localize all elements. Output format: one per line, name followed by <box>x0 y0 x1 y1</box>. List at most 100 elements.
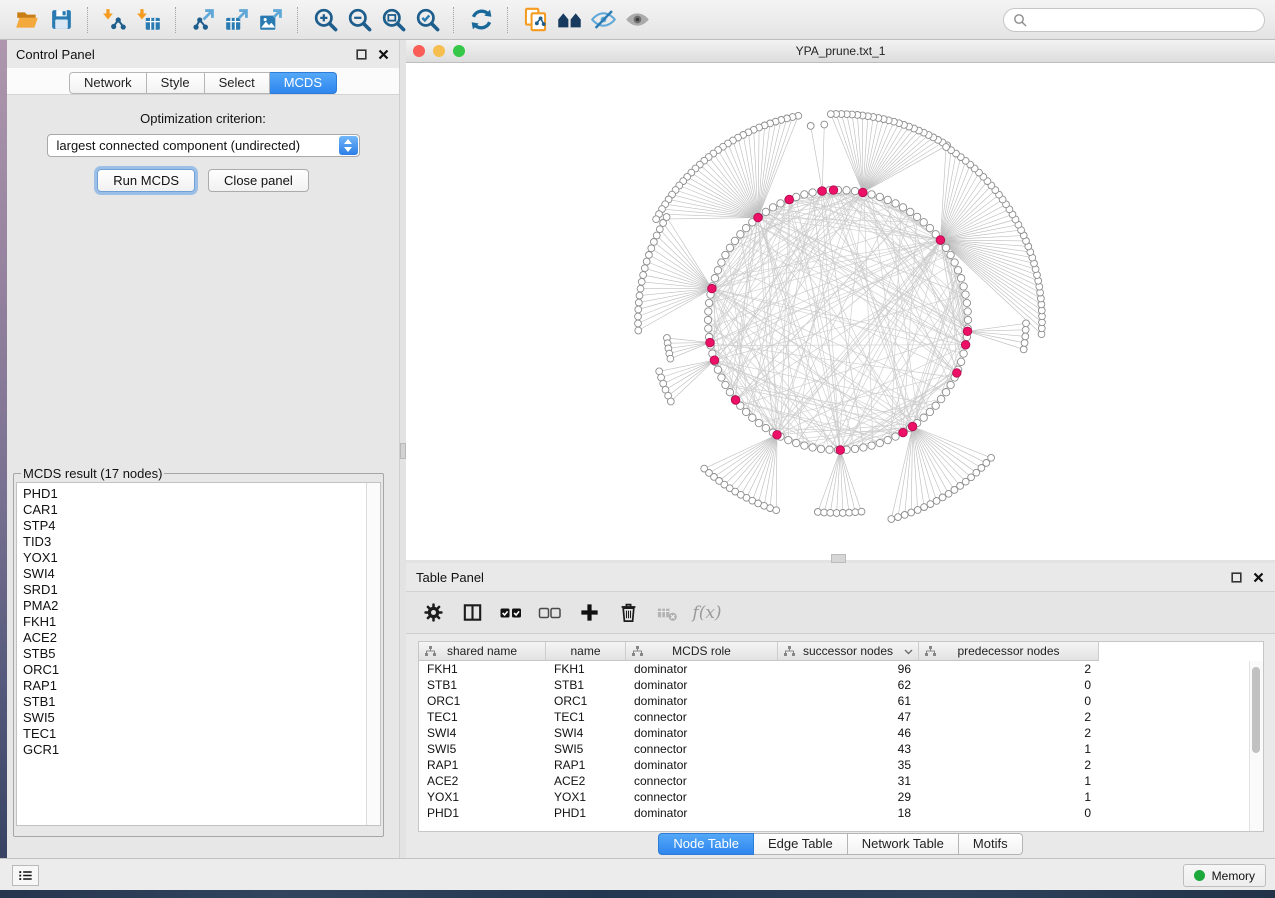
table-row[interactable]: TEC1TEC1connector472 <box>419 709 1250 725</box>
tab-motifs[interactable]: Motifs <box>959 833 1023 855</box>
column-header-predecessor-nodes[interactable]: predecessor nodes <box>919 642 1099 661</box>
import-table-icon <box>136 7 162 33</box>
close-panel-button[interactable] <box>377 48 390 61</box>
list-item[interactable]: GCR1 <box>23 742 380 758</box>
list-item[interactable]: PMA2 <box>23 598 380 614</box>
network-canvas[interactable] <box>406 63 1275 560</box>
table-cell: SWI4 <box>546 726 626 740</box>
table-cell: TEC1 <box>546 710 626 724</box>
tab-select[interactable]: Select <box>205 72 270 94</box>
table-row[interactable]: RAP1RAP1dominator352 <box>419 757 1250 773</box>
split-table-button[interactable] <box>459 600 485 626</box>
zoom-fit-button[interactable] <box>376 4 410 36</box>
float-panel-button[interactable] <box>355 48 368 61</box>
zoom-fit-icon <box>380 6 407 33</box>
export-network-button[interactable] <box>186 4 220 36</box>
select-all-columns-button[interactable] <box>498 600 524 626</box>
function-builder-button[interactable]: f(x) <box>693 600 719 626</box>
table-row[interactable]: ORC1ORC1dominator610 <box>419 693 1250 709</box>
close-panel-button[interactable] <box>1252 571 1265 584</box>
table-row[interactable]: YOX1YOX1connector291 <box>419 789 1250 805</box>
show-panels-button[interactable] <box>12 865 39 886</box>
list-item[interactable]: ORC1 <box>23 662 380 678</box>
network-graph[interactable] <box>406 63 1275 560</box>
gear-icon <box>422 601 445 624</box>
show-all-button[interactable] <box>620 4 654 36</box>
control-panel-titlebar: Control Panel <box>7 40 399 68</box>
zoom-in-button[interactable] <box>308 4 342 36</box>
list-item[interactable]: RAP1 <box>23 678 380 694</box>
list-item[interactable]: SWI5 <box>23 710 380 726</box>
import-table-button[interactable] <box>132 4 166 36</box>
control-panel-title: Control Panel <box>16 47 95 62</box>
list-item[interactable]: FKH1 <box>23 614 380 630</box>
first-neighbors-button[interactable] <box>552 4 586 36</box>
table-row[interactable]: FKH1FKH1dominator962 <box>419 661 1250 677</box>
search-input[interactable] <box>1033 12 1255 28</box>
save-session-button[interactable] <box>44 4 78 36</box>
add-column-button[interactable] <box>576 600 602 626</box>
criterion-select[interactable]: largest connected component (undirected) <box>47 134 360 157</box>
toolbar-separator <box>87 7 89 33</box>
delete-table-button[interactable] <box>654 600 680 626</box>
table-row[interactable]: STB1STB1dominator620 <box>419 677 1250 693</box>
list-item[interactable]: CAR1 <box>23 502 380 518</box>
tab-mcds[interactable]: MCDS <box>270 72 337 94</box>
export-table-button[interactable] <box>220 4 254 36</box>
refresh-button[interactable] <box>464 4 498 36</box>
list-item[interactable]: ACE2 <box>23 630 380 646</box>
tab-network-table[interactable]: Network Table <box>848 833 959 855</box>
run-mcds-button[interactable]: Run MCDS <box>97 169 195 192</box>
tab-node-table[interactable]: Node Table <box>658 833 754 855</box>
import-network-button[interactable] <box>98 4 132 36</box>
column-header-mcds-role[interactable]: MCDS role <box>626 642 778 661</box>
list-item[interactable]: TID3 <box>23 534 380 550</box>
splitter-handle[interactable] <box>831 554 846 563</box>
table-cell: 46 <box>778 726 919 740</box>
tab-edge-table[interactable]: Edge Table <box>754 833 848 855</box>
list-item[interactable]: SRD1 <box>23 582 380 598</box>
window-minimize-traffic-light[interactable] <box>433 45 445 57</box>
tab-style[interactable]: Style <box>147 72 205 94</box>
hide-selected-button[interactable] <box>586 4 620 36</box>
zoom-out-button[interactable] <box>342 4 376 36</box>
column-settings-button[interactable] <box>420 600 446 626</box>
list-item[interactable]: YOX1 <box>23 550 380 566</box>
unselect-all-columns-button[interactable] <box>537 600 563 626</box>
import-network-icon <box>102 7 128 33</box>
window-close-traffic-light[interactable] <box>413 45 425 57</box>
result-list-scrollbar[interactable] <box>366 483 380 825</box>
delete-columns-button[interactable] <box>615 600 641 626</box>
close-panel-button-mcds[interactable]: Close panel <box>208 169 309 192</box>
table-scrollbar[interactable] <box>1249 661 1263 831</box>
list-item[interactable]: PHD1 <box>23 486 380 502</box>
open-file-button[interactable] <box>10 4 44 36</box>
export-image-button[interactable] <box>254 4 288 36</box>
table-row[interactable]: SWI5SWI5connector431 <box>419 741 1250 757</box>
table-row[interactable]: PHD1PHD1dominator180 <box>419 805 1250 821</box>
memory-button[interactable]: Memory <box>1183 864 1266 887</box>
table-cell: ACE2 <box>419 774 546 788</box>
mcds-result-title: MCDS result (17 nodes) <box>21 466 164 481</box>
column-header-shared-name[interactable]: shared name <box>419 642 546 661</box>
scrollbar-thumb[interactable] <box>1252 667 1260 753</box>
list-item[interactable]: STB5 <box>23 646 380 662</box>
list-item[interactable]: STP4 <box>23 518 380 534</box>
column-header-successor-nodes[interactable]: successor nodes <box>778 642 919 661</box>
table-cell: SWI5 <box>546 742 626 756</box>
tab-network[interactable]: Network <box>69 72 147 94</box>
table-row[interactable]: ACE2ACE2connector311 <box>419 773 1250 789</box>
column-header-name[interactable]: name <box>546 642 626 661</box>
table-cell: 35 <box>778 758 919 772</box>
zoom-selected-button[interactable] <box>410 4 444 36</box>
network-window-titlebar[interactable]: YPA_prune.txt_1 <box>406 40 1275 63</box>
table-row[interactable]: SWI4SWI4dominator462 <box>419 725 1250 741</box>
window-maximize-traffic-light[interactable] <box>453 45 465 57</box>
memory-label: Memory <box>1212 869 1255 883</box>
list-item[interactable]: SWI4 <box>23 566 380 582</box>
clone-network-button[interactable] <box>518 4 552 36</box>
fx-label: f(x) <box>690 603 721 623</box>
list-item[interactable]: STB1 <box>23 694 380 710</box>
list-item[interactable]: TEC1 <box>23 726 380 742</box>
float-panel-button[interactable] <box>1230 571 1243 584</box>
